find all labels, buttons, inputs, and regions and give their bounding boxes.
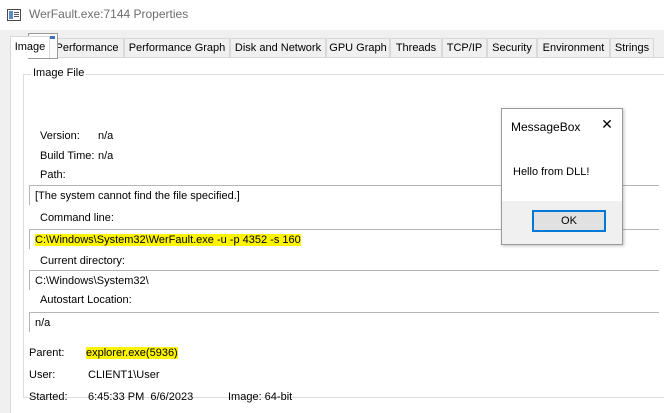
close-icon[interactable]: ✕ <box>598 115 616 133</box>
tab-gpu-graph[interactable]: GPU Graph <box>326 38 390 57</box>
build-time-label: Build Time: <box>40 150 95 162</box>
window-title: WerFault.exe:7144 Properties <box>29 7 189 21</box>
autostart-location-label: Autostart Location: <box>40 294 132 306</box>
version-value: n/a <box>98 130 114 142</box>
messagebox-footer: OK <box>502 201 622 244</box>
title-bar: WerFault.exe:7144 Properties <box>0 0 664 30</box>
started-value: 6:45:33 PM 6/6/2023 <box>88 391 194 403</box>
messagebox-dialog: MessageBox ✕ Hello from DLL! OK <box>501 108 623 245</box>
tab-threads[interactable]: Threads <box>390 38 442 57</box>
autostart-location-value: n/a <box>35 317 51 329</box>
tab-performance[interactable]: Performance <box>50 38 124 57</box>
tab-performance-graph[interactable]: Performance Graph <box>124 38 230 57</box>
command-line-value: C:\Windows\System32\WerFault.exe -u -p 4… <box>35 234 301 246</box>
user-label: User: <box>29 369 56 381</box>
tab-image[interactable]: Image <box>10 36 50 58</box>
process-properties-icon <box>7 9 21 21</box>
messagebox-message: Hello from DLL! <box>513 166 590 178</box>
build-time-value: n/a <box>98 150 114 162</box>
current-directory-field[interactable]: C:\Windows\System32\ <box>29 270 659 290</box>
ok-button[interactable]: OK <box>532 210 606 232</box>
image-file-legend: Image File <box>31 67 87 79</box>
tab-security[interactable]: Security <box>487 38 537 57</box>
tab-disk-and-network[interactable]: Disk and Network <box>230 38 326 57</box>
image-bits: Image: 64-bit <box>228 391 293 403</box>
started-label: Started: <box>29 391 68 403</box>
parent-label: Parent: <box>29 347 65 359</box>
parent-value[interactable]: explorer.exe(5936) <box>86 347 178 359</box>
path-label: Path: <box>40 169 66 181</box>
path-value: [The system cannot find the file specifi… <box>35 190 240 202</box>
messagebox-title: MessageBox <box>511 120 581 134</box>
tab-tcp-ip[interactable]: TCP/IP <box>442 38 487 57</box>
tab-environment[interactable]: Environment <box>537 38 610 57</box>
autostart-location-field[interactable]: n/a <box>29 312 659 332</box>
command-line-label: Command line: <box>40 212 114 224</box>
current-directory-label: Current directory: <box>40 255 125 267</box>
current-directory-value: C:\Windows\System32\ <box>35 275 149 287</box>
tab-strings[interactable]: Strings <box>610 38 654 57</box>
version-label: Version: <box>40 130 80 142</box>
user-value: CLIENT1\User <box>88 369 160 381</box>
